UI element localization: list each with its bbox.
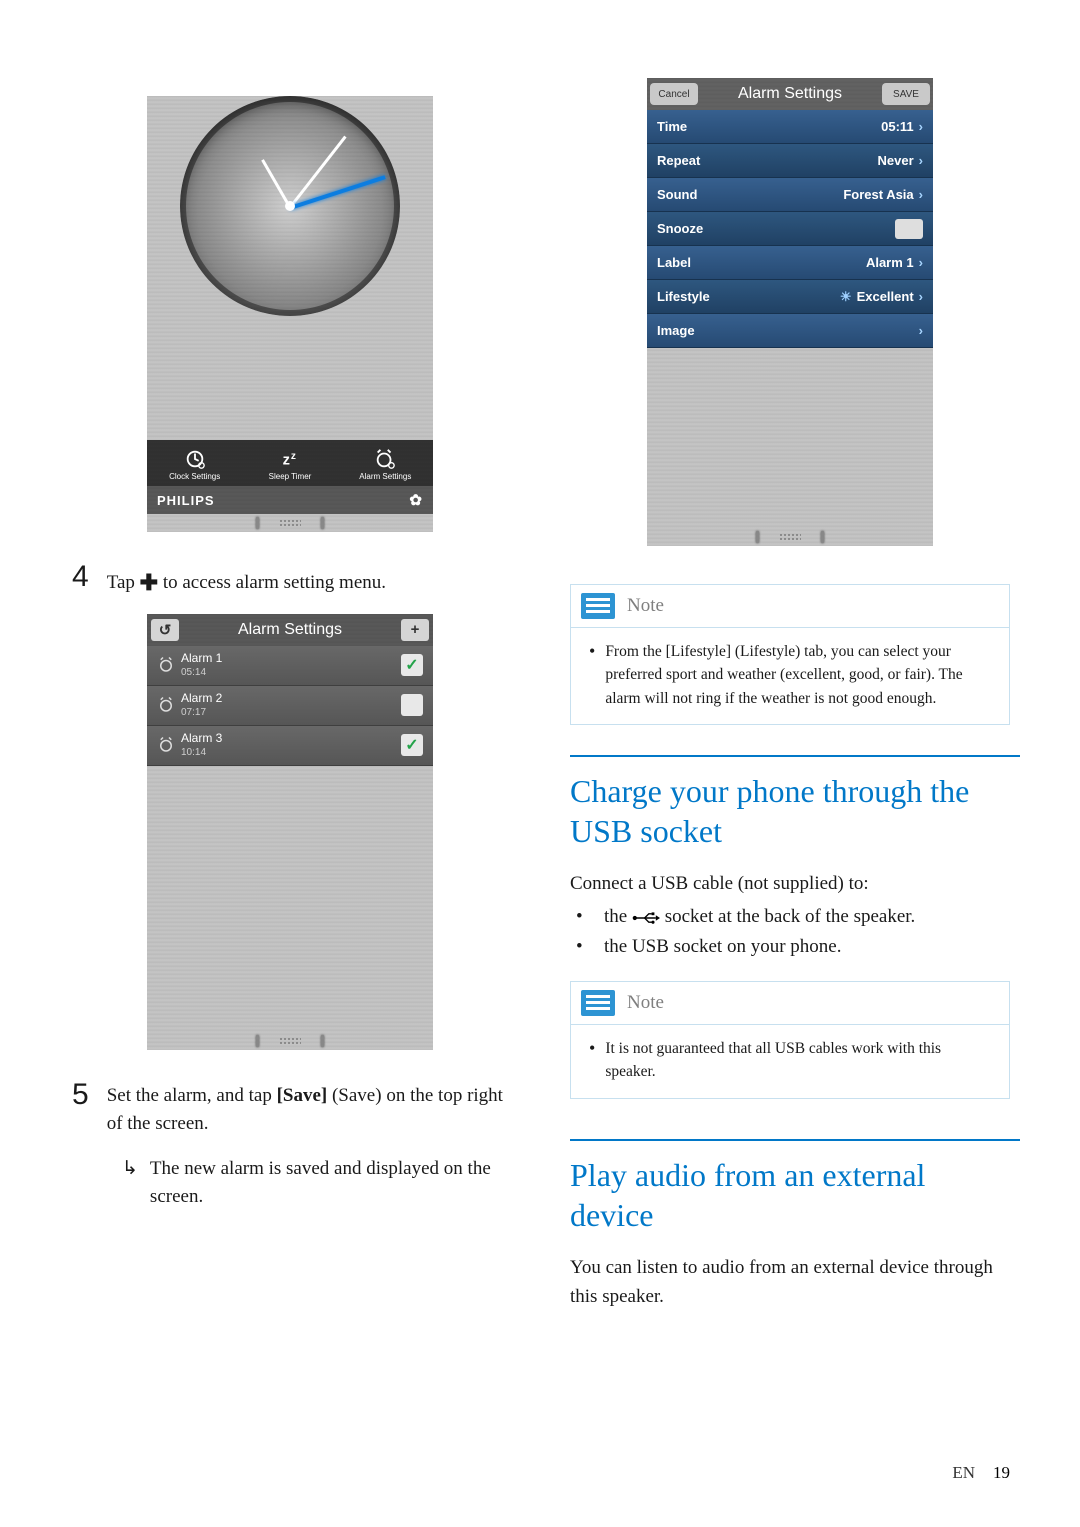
lifestyle-icon: ☀ <box>840 289 852 305</box>
footer-lang: EN <box>952 1463 975 1483</box>
settings-row-image[interactable]: Image› <box>647 314 933 348</box>
svg-text:z: z <box>291 451 296 462</box>
chevron-right-icon: › <box>919 119 923 134</box>
step-4: 4 Tap ✚ to access alarm setting menu. <box>72 562 510 598</box>
usb-intro: Connect a USB cable (not supplied) to: <box>570 869 1010 898</box>
alarm-list-title: Alarm Settings <box>183 621 397 639</box>
settings-row-sound[interactable]: SoundForest Asia› <box>647 178 933 212</box>
note-label: Note <box>627 595 664 617</box>
alarm-toggle-checkbox[interactable] <box>401 734 423 756</box>
brand-label: PHILIPS <box>157 493 215 508</box>
ext-audio-paragraph: You can listen to audio from an external… <box>570 1253 1010 1312</box>
alarm-row-icon <box>157 656 175 674</box>
settings-title: Alarm Settings <box>701 85 879 103</box>
heading-external-audio: Play audio from an external device <box>570 1155 1010 1235</box>
note-icon <box>581 593 615 619</box>
usb-bullet-2: •the USB socket on your phone. <box>570 932 1010 961</box>
analog-clock-face <box>180 96 400 316</box>
note-lifestyle: Note From the [Lifestyle] (Lifestyle) ta… <box>570 584 1010 725</box>
usb-bullets: • the socket at the back of the speaker.… <box>570 902 1010 961</box>
step-5-result: ↳ The new alarm is saved and displayed o… <box>122 1155 510 1212</box>
chevron-right-icon: › <box>919 255 923 270</box>
heading-charge-usb: Charge your phone through the USB socket <box>570 771 1010 851</box>
note-label: Note <box>627 992 664 1014</box>
chevron-right-icon: › <box>919 153 923 168</box>
step-text: Set the alarm, and tap [Save] (Save) on … <box>107 1080 510 1139</box>
brand-bar: PHILIPS ✿ <box>147 486 433 514</box>
step-number: 4 <box>72 562 89 598</box>
clock-hub <box>285 201 295 211</box>
alarm-row-icon <box>157 696 175 714</box>
zz-icon: zz <box>276 448 304 470</box>
section-rule <box>570 755 1020 757</box>
clock-app-screenshot: Clock Settings zz Sleep Timer Alarm Sett… <box>147 96 433 532</box>
plus-icon: ✚ <box>140 570 158 595</box>
settings-row-label[interactable]: LabelAlarm 1› <box>647 246 933 280</box>
settings-row-snooze[interactable]: Snooze <box>647 212 933 246</box>
chevron-right-icon: › <box>919 323 923 338</box>
note-text: It is not guaranteed that all USB cables… <box>589 1037 991 1084</box>
clock-toolbar: Clock Settings zz Sleep Timer Alarm Sett… <box>147 440 433 486</box>
save-button[interactable]: SAVE <box>882 83 930 105</box>
sleep-timer-button[interactable]: zz Sleep Timer <box>242 440 337 486</box>
second-hand <box>289 175 385 210</box>
alarm-list-titlebar: ↺ Alarm Settings + <box>147 614 433 646</box>
alarm-row-icon <box>157 736 175 754</box>
clock-settings-button[interactable]: Clock Settings <box>147 440 242 486</box>
note-icon <box>581 990 615 1016</box>
settings-row-repeat[interactable]: RepeatNever› <box>647 144 933 178</box>
result-arrow-icon: ↳ <box>122 1155 138 1212</box>
alarm-list-screenshot: ↺ Alarm Settings + Alarm 105:14 Alarm 20… <box>147 614 433 1050</box>
back-button[interactable]: ↺ <box>151 619 179 641</box>
usb-icon <box>632 906 660 927</box>
step-number: 5 <box>72 1080 89 1139</box>
section-rule <box>570 1139 1020 1141</box>
clock-gear-icon <box>181 448 209 470</box>
step-5: 5 Set the alarm, and tap [Save] (Save) o… <box>72 1080 510 1139</box>
add-alarm-button[interactable]: + <box>401 619 429 641</box>
manual-page: Clock Settings zz Sleep Timer Alarm Sett… <box>0 0 1080 1527</box>
alarm-row[interactable]: Alarm 207:17 <box>147 686 433 726</box>
svg-text:z: z <box>283 453 290 469</box>
alarm-toggle-checkbox[interactable] <box>401 654 423 676</box>
alarm-row[interactable]: Alarm 105:14 <box>147 646 433 686</box>
settings-row-time[interactable]: Time05:11› <box>647 110 933 144</box>
grab-handle <box>147 514 433 532</box>
snooze-toggle[interactable] <box>895 219 923 239</box>
right-column: Cancel Alarm Settings SAVE Time05:11›Rep… <box>570 78 1010 1315</box>
alarm-settings-button[interactable]: Alarm Settings <box>338 440 433 486</box>
page-footer: EN 19 <box>952 1463 1010 1483</box>
alarm-settings-screenshot: Cancel Alarm Settings SAVE Time05:11›Rep… <box>647 78 933 546</box>
left-column: Clock Settings zz Sleep Timer Alarm Sett… <box>70 78 510 1315</box>
gear-icon[interactable]: ✿ <box>409 491 423 509</box>
grab-handle <box>147 1032 433 1050</box>
settings-titlebar: Cancel Alarm Settings SAVE <box>647 78 933 110</box>
usb-bullet-1: • the socket at the back of the speaker. <box>570 902 1010 931</box>
step-text: Tap ✚ to access alarm setting menu. <box>107 562 386 598</box>
alarm-row[interactable]: Alarm 310:14 <box>147 726 433 766</box>
footer-page-number: 19 <box>993 1463 1010 1483</box>
chevron-right-icon: › <box>919 187 923 202</box>
chevron-right-icon: › <box>919 289 923 304</box>
grab-handle <box>647 528 933 546</box>
cancel-button[interactable]: Cancel <box>650 83 698 105</box>
alarm-toggle-checkbox[interactable] <box>401 694 423 716</box>
settings-row-lifestyle[interactable]: Lifestyle☀Excellent› <box>647 280 933 314</box>
note-usb: Note It is not guaranteed that all USB c… <box>570 981 1010 1099</box>
note-text: From the [Lifestyle] (Lifestyle) tab, yo… <box>589 640 991 710</box>
alarm-gear-icon <box>371 448 399 470</box>
